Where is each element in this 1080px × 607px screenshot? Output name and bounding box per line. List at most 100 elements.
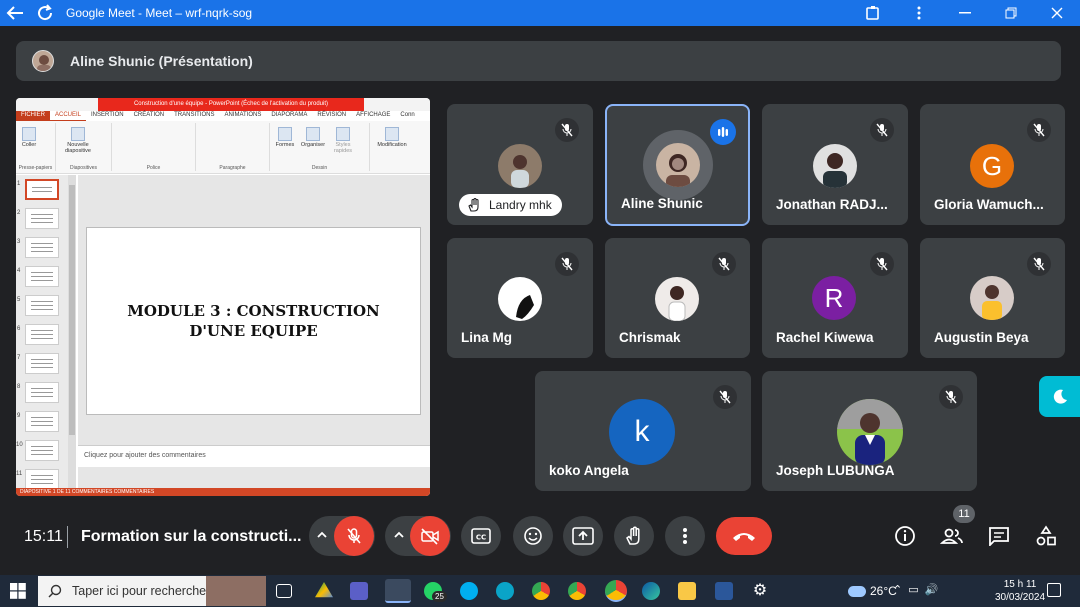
task-view-icon[interactable]	[276, 584, 292, 598]
participant-tile[interactable]: Chrismak	[605, 238, 750, 358]
participant-name: Joseph LUBUNGA	[776, 463, 895, 478]
participant-name: Lina Mg	[461, 330, 512, 345]
participant-tile[interactable]: Jonathan RADJ...	[762, 104, 908, 225]
mic-off-icon	[347, 528, 361, 544]
slide-number: 1	[17, 181, 21, 187]
mic-options-chevron-icon[interactable]	[316, 528, 328, 546]
mic-off-icon	[555, 118, 579, 142]
system-tray-icons[interactable]: ⌃▭🔊	[893, 583, 944, 596]
settings-gear-icon[interactable]: ⚙	[751, 582, 769, 600]
companion-panel-button[interactable]	[1039, 376, 1080, 417]
close-button[interactable]	[1034, 0, 1080, 26]
chrome-icon[interactable]	[568, 582, 586, 600]
restore-button[interactable]	[988, 0, 1034, 26]
canva-icon[interactable]	[496, 582, 514, 600]
ppt-tab: Conn	[400, 112, 415, 118]
file-explorer-icon[interactable]	[678, 582, 696, 600]
reactions-button[interactable]	[513, 516, 553, 556]
ppt-status-bar: DIAPOSITIVE 1 DE 11 COMMENTAIRES COMMENT…	[16, 488, 430, 496]
raise-hand-button[interactable]	[614, 516, 654, 556]
ppt-tab: FICHIER	[16, 111, 50, 121]
participant-name: Rachel Kiwewa	[776, 330, 874, 345]
participant-count-badge: 11	[953, 505, 975, 523]
teams-icon[interactable]	[350, 582, 368, 600]
more-options-icon[interactable]	[896, 0, 942, 26]
participant-avatar	[970, 276, 1014, 320]
hang-up-icon	[733, 533, 755, 541]
participant-tile[interactable]: R Rachel Kiwewa	[762, 238, 908, 358]
chrome-active-icon[interactable]	[605, 580, 627, 602]
slide-thumbnail	[25, 324, 59, 345]
slide-thumbnail	[25, 266, 59, 287]
shapes-button: Formes	[272, 127, 298, 148]
svg-text:CC: CC	[476, 534, 486, 542]
windows-taskbar: Taper ici pour rechercher 25 ⚙ 26°C ⌃▭🔊 …	[0, 575, 1080, 607]
moon-icon	[1053, 389, 1067, 404]
camera-options-chevron-icon[interactable]	[393, 528, 405, 546]
slide-number: 10	[16, 442, 23, 448]
participant-avatar	[498, 144, 542, 188]
participant-avatar: R	[812, 276, 856, 320]
skype-icon[interactable]	[460, 582, 478, 600]
meeting-details-button[interactable]	[891, 522, 919, 550]
slide-number: 3	[17, 239, 21, 245]
ppt-tab: INSERTION	[91, 112, 124, 118]
raised-hand-icon	[468, 198, 479, 212]
mic-off-icon	[555, 252, 579, 276]
extensions-icon[interactable]	[850, 0, 896, 26]
mic-off-icon	[1027, 118, 1051, 142]
taskbar-date: 30/03/2024	[995, 592, 1046, 603]
shared-screen: Construction d'une équipe - PowerPoint (…	[16, 98, 430, 496]
edge-icon[interactable]	[642, 582, 660, 600]
taskbar-search-box[interactable]: Taper ici pour rechercher	[38, 576, 266, 606]
captions-button[interactable]: CC	[461, 516, 501, 556]
leave-call-button[interactable]	[716, 517, 772, 555]
slide-number: 8	[17, 384, 21, 390]
ppt-tabs: FICHIER ACCUEIL INSERTION CRÉATION TRANS…	[16, 111, 430, 121]
windows-start-icon[interactable]	[10, 583, 26, 604]
ppt-tab: ACCUEIL	[50, 111, 87, 121]
notifications-icon[interactable]	[1047, 583, 1061, 597]
search-placeholder: Taper ici pour rechercher	[72, 584, 211, 598]
participant-tile[interactable]: Augustin Beya	[920, 238, 1065, 358]
word-icon[interactable]	[715, 582, 733, 600]
editing-button: Modification	[372, 127, 412, 148]
mic-off-icon	[870, 252, 894, 276]
weather-widget[interactable]: 26°C	[848, 584, 897, 598]
google-drive-icon[interactable]	[315, 582, 333, 598]
mic-off-icon	[870, 118, 894, 142]
new-slide-label: Nouvelle diapositive	[65, 142, 91, 154]
slide-thumbnail	[25, 295, 59, 316]
title-bar: Google Meet - Meet – wrf-nqrk-sog	[0, 0, 1080, 26]
chat-icon	[989, 527, 1009, 546]
minimize-button[interactable]	[942, 0, 988, 26]
participant-tile-active-speaker[interactable]: Aline Shunic	[605, 104, 750, 226]
taskbar-clock[interactable]: 15 h 11 30/03/2024	[995, 578, 1045, 604]
mic-off-icon	[939, 385, 963, 409]
shapes-icon	[278, 127, 292, 141]
activities-button[interactable]	[1032, 522, 1060, 550]
reload-icon[interactable]	[30, 0, 60, 26]
chrome-icon[interactable]	[532, 582, 550, 600]
ppt-tab: DIAPORAMA	[271, 112, 308, 118]
participant-avatar	[837, 399, 903, 465]
participant-tile[interactable]: Joseph LUBUNGA	[762, 371, 977, 491]
present-screen-button[interactable]	[563, 516, 603, 556]
info-icon	[895, 526, 915, 546]
meet-app-icon[interactable]	[385, 579, 411, 603]
participant-tile[interactable]: Landry mhk	[447, 104, 593, 225]
ribbon-group-label: Paragraphe	[219, 165, 246, 171]
chat-button[interactable]	[985, 522, 1013, 550]
camera-toggle-button[interactable]	[410, 516, 450, 556]
participant-tile[interactable]: Lina Mg	[447, 238, 593, 358]
notes-pane: Cliquez pour ajouter des commentaires	[78, 445, 430, 467]
more-options-button[interactable]	[665, 516, 705, 556]
present-screen-icon	[572, 527, 594, 545]
mic-toggle-button[interactable]	[334, 516, 374, 556]
presenter-name: Aline Shunic (Présentation)	[70, 53, 253, 69]
people-button[interactable]	[938, 522, 966, 550]
back-icon[interactable]	[0, 0, 30, 26]
participant-tile[interactable]: G Gloria Wamuch...	[920, 104, 1065, 225]
participant-tile[interactable]: k koko Angela	[535, 371, 751, 491]
speaking-indicator-icon	[710, 119, 736, 145]
